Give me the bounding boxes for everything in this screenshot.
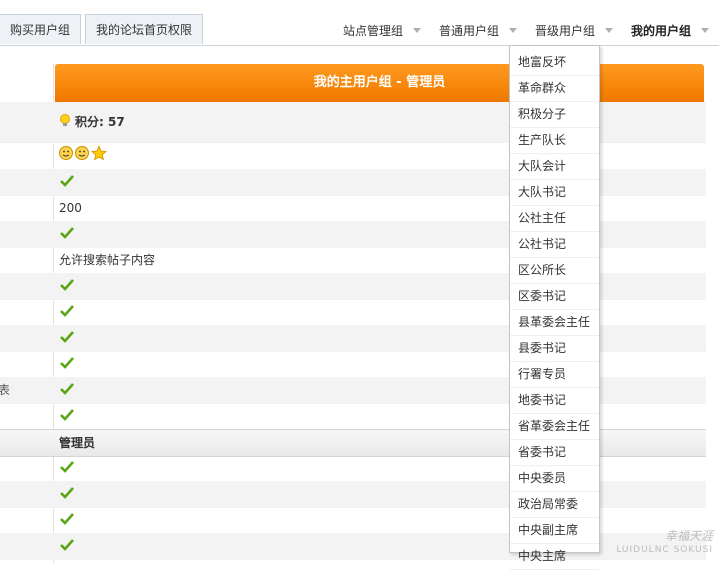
watermark: 幸福天涯 LUIDULNC SOKUSI: [616, 529, 713, 557]
dropdown-item[interactable]: 中央主席: [510, 544, 599, 570]
my-user-group-label: 我的用户组: [630, 24, 691, 38]
dropdown-item[interactable]: 区委书记: [510, 284, 599, 310]
checkmark-icon: [60, 539, 74, 551]
dropdown-item[interactable]: 地委书记: [510, 388, 599, 414]
dropdown-item[interactable]: 大队会计: [510, 154, 599, 180]
dropdown-item[interactable]: 生产队长: [510, 128, 599, 154]
points-cell: 积分: 57: [59, 109, 125, 135]
checkmark-icon: [60, 305, 74, 317]
dropdown-item[interactable]: 大队书记: [510, 180, 599, 206]
checkmark-icon: [60, 487, 74, 499]
dropdown-item[interactable]: 省革委会主任: [510, 414, 599, 440]
table-row: [0, 455, 706, 482]
checkmark-icon: [60, 409, 74, 421]
dropdown-item[interactable]: 公社书记: [510, 232, 599, 258]
promotion-group-dropdown: 地富反坏 革命群众 积极分子 生产队长 大队会计 大队书记 公社主任 公社书记 …: [509, 45, 600, 570]
row-label-fragment: 表: [0, 383, 11, 397]
checkmark-icon: [60, 461, 74, 473]
table-row: 允许搜索帖子内容: [0, 247, 706, 274]
normal-user-group-label: 普通用户组: [438, 24, 499, 38]
section-label: 管理员: [59, 436, 96, 450]
points-label: 积分: 57: [75, 115, 125, 129]
chevron-down-icon: [604, 28, 613, 33]
search-permission-cell: 允许搜索帖子内容: [59, 253, 156, 267]
site-admin-group-menu[interactable]: 站点管理组: [343, 22, 421, 39]
dropdown-item[interactable]: 地富反坏: [510, 50, 599, 76]
table-row: [0, 507, 706, 534]
table-row: [0, 299, 706, 326]
table-row: [0, 351, 706, 378]
group-nav: 站点管理组 普通用户组 晋级用户组 我的用户组: [325, 22, 709, 39]
checkmark-icon: [60, 279, 74, 291]
dropdown-item[interactable]: 县革委会主任: [510, 310, 599, 336]
checkmark-icon: [60, 227, 74, 239]
table-row: 200: [0, 195, 706, 222]
table-row: [0, 273, 706, 300]
dropdown-item[interactable]: 省委书记: [510, 440, 599, 466]
smiley-icon: [59, 145, 107, 161]
site-admin-group-label: 站点管理组: [342, 24, 403, 38]
checkmark-icon: [60, 175, 74, 187]
normal-user-group-menu[interactable]: 普通用户组: [439, 22, 517, 39]
table-row: [0, 403, 706, 430]
watermark-line-2: LUIDULNC SOKUSI: [616, 545, 713, 555]
dropdown-item[interactable]: 行署专员: [510, 362, 599, 388]
tab-forum-home-permission[interactable]: 我的论坛首页权限: [85, 14, 204, 44]
table-row: 表: [0, 377, 706, 404]
dropdown-item[interactable]: 区公所长: [510, 258, 599, 284]
tab-strip: 购买用户组 我的论坛首页权限: [0, 14, 207, 45]
chevron-down-icon: [701, 28, 709, 33]
dropdown-item[interactable]: 积极分子: [510, 102, 599, 128]
my-user-group-menu[interactable]: 我的用户组: [631, 22, 709, 39]
chevron-down-icon: [508, 28, 517, 33]
checkmark-icon: [60, 513, 74, 525]
promotion-user-group-label: 晋级用户组: [534, 24, 595, 38]
checkmark-icon: [60, 331, 74, 343]
value-cell: 200: [59, 201, 82, 215]
table-row: 积分: 57: [0, 102, 706, 143]
dropdown-item[interactable]: 中央副主席: [510, 518, 599, 544]
checkmark-icon: [60, 383, 74, 395]
top-divider: [0, 45, 719, 46]
dropdown-item[interactable]: 革命群众: [510, 76, 599, 102]
checkmark-icon: [60, 357, 74, 369]
watermark-line-1: 幸福天涯: [664, 529, 713, 543]
table-row: [0, 481, 706, 508]
table-row: [0, 221, 706, 248]
table-row: [0, 325, 706, 352]
table-row: [0, 169, 706, 196]
main-group-header: 我的主用户组 - 管理员: [55, 64, 704, 102]
section-row: 管理员: [0, 429, 706, 457]
table-row: [0, 143, 706, 170]
table-row: [0, 533, 706, 560]
dropdown-item[interactable]: 政治局常委: [510, 492, 599, 518]
dropdown-item[interactable]: 县委书记: [510, 336, 599, 362]
lightbulb-icon: [60, 114, 70, 126]
tab-buy-group[interactable]: 购买用户组: [0, 14, 82, 44]
dropdown-item[interactable]: 公社主任: [510, 206, 599, 232]
dropdown-item[interactable]: 中央委员: [510, 466, 599, 492]
chevron-down-icon: [412, 28, 421, 33]
smiley-star-icons: [59, 144, 109, 170]
top-bar: 购买用户组 我的论坛首页权限 站点管理组 普通用户组 晋级用户组 我的用户组: [0, 0, 719, 46]
promotion-user-group-menu[interactable]: 晋级用户组: [535, 22, 613, 39]
